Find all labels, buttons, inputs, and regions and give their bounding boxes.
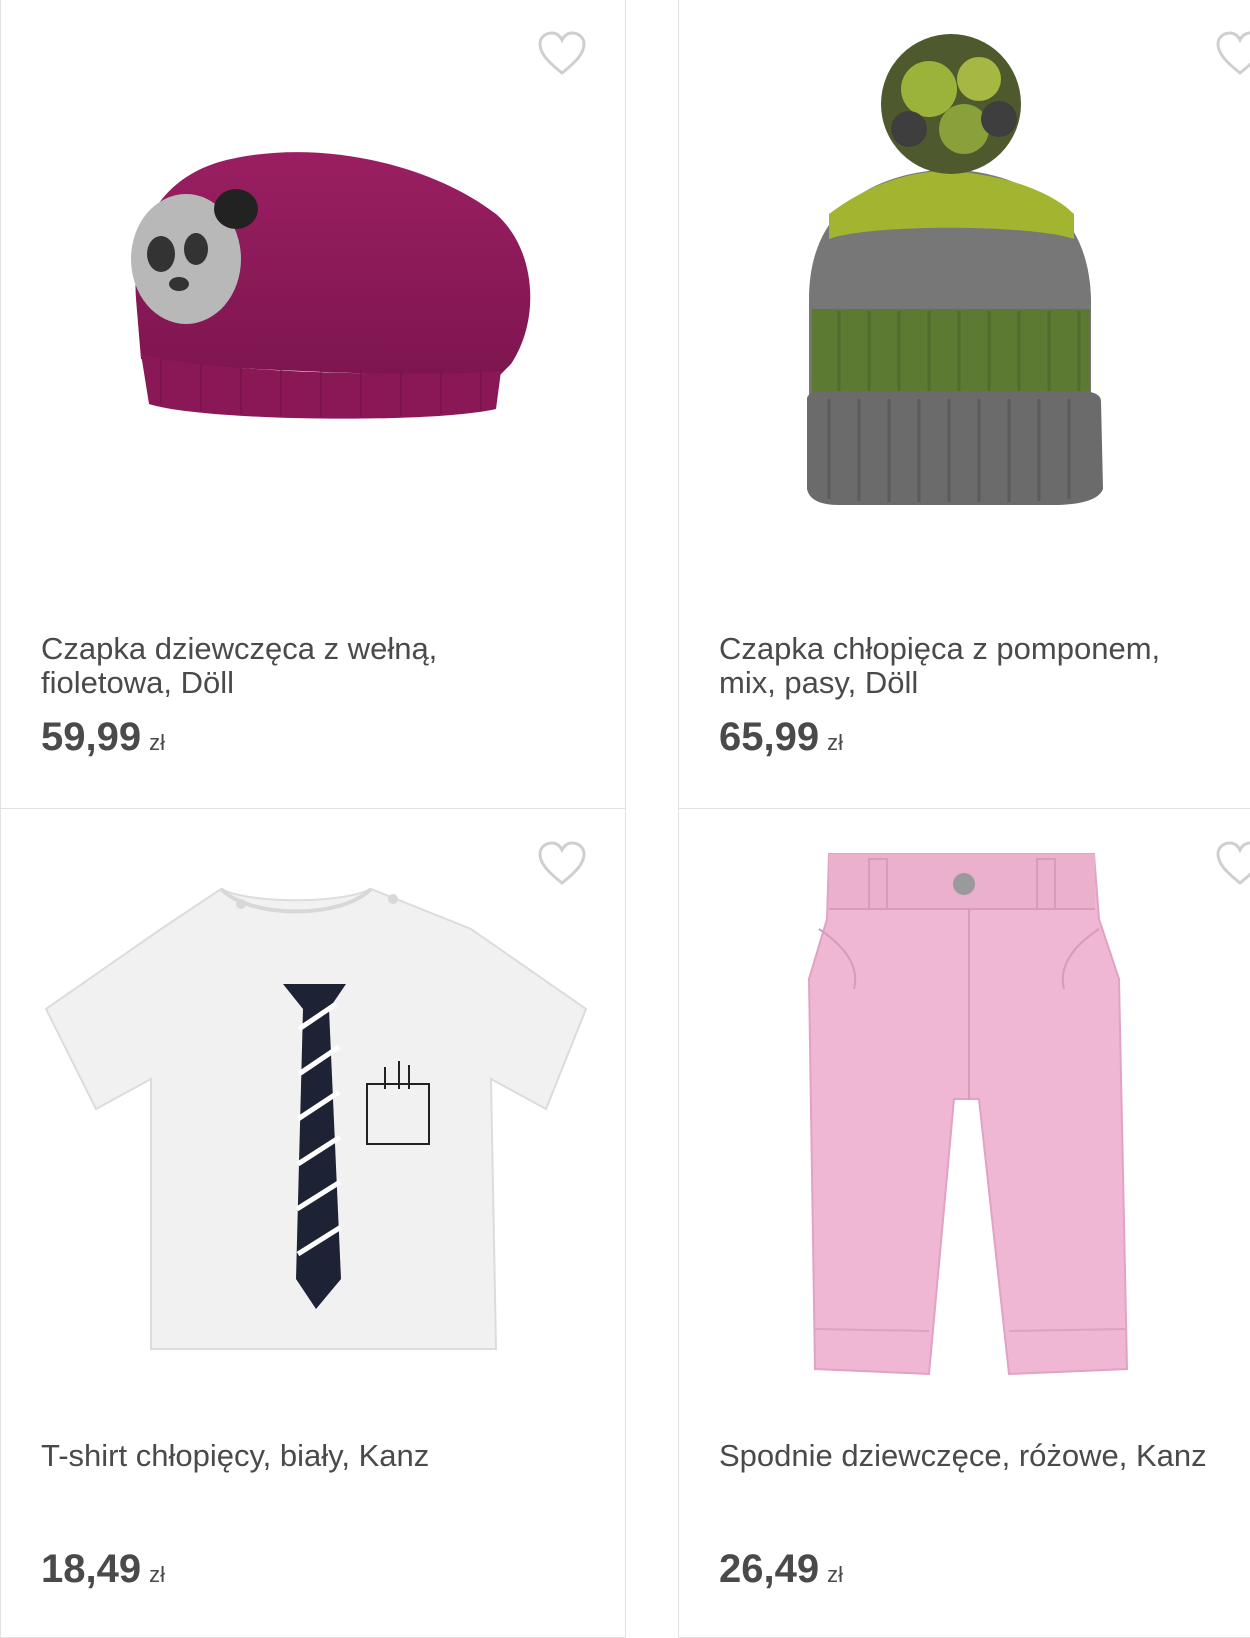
price-currency: zł xyxy=(827,730,843,755)
product-image[interactable] xyxy=(1,0,625,604)
tshirt-tie-image xyxy=(44,887,588,1350)
product-card[interactable]: Czapka chłopięca z pomponem, mix, pasy, … xyxy=(678,0,1250,810)
product-price: 18,49 zł xyxy=(41,1547,165,1592)
product-title[interactable]: Czapka dziewczęca z wełną, fioletowa, Dö… xyxy=(41,632,615,700)
product-title[interactable]: Czapka chłopięca z pomponem, mix, pasy, … xyxy=(719,632,1250,700)
favorite-heart-icon[interactable] xyxy=(537,31,587,77)
favorite-heart-icon[interactable] xyxy=(1215,31,1250,77)
product-image[interactable] xyxy=(679,809,1250,1414)
purple-beanie-image xyxy=(131,152,531,419)
favorite-heart-icon[interactable] xyxy=(1215,841,1250,887)
price-currency: zł xyxy=(149,1562,165,1587)
price-amount: 18,49 xyxy=(41,1547,142,1591)
price-amount: 26,49 xyxy=(719,1547,820,1591)
product-price: 59,99 zł xyxy=(41,715,165,760)
favorite-heart-icon[interactable] xyxy=(537,841,587,887)
price-amount: 65,99 xyxy=(719,715,820,759)
product-card[interactable]: Spodnie dziewczęce, różowe, Kanz 26,49 zł xyxy=(678,808,1250,1638)
product-title[interactable]: T-shirt chłopięcy, biały, Kanz xyxy=(41,1439,615,1473)
price-amount: 59,99 xyxy=(41,715,142,759)
pompom-hat-image xyxy=(807,34,1103,505)
price-currency: zł xyxy=(149,730,165,755)
product-image[interactable] xyxy=(1,809,625,1414)
product-grid: Czapka dziewczęca z wełną, fioletowa, Dö… xyxy=(0,0,1250,1638)
product-image[interactable] xyxy=(679,0,1250,604)
pink-trousers-image xyxy=(807,853,1129,1376)
product-price: 26,49 zł xyxy=(719,1547,843,1592)
product-title[interactable]: Spodnie dziewczęce, różowe, Kanz xyxy=(719,1439,1250,1473)
price-currency: zł xyxy=(827,1562,843,1587)
product-price: 65,99 zł xyxy=(719,715,843,760)
product-card[interactable]: T-shirt chłopięcy, biały, Kanz 18,49 zł xyxy=(0,808,626,1638)
product-card[interactable]: Czapka dziewczęca z wełną, fioletowa, Dö… xyxy=(0,0,626,810)
